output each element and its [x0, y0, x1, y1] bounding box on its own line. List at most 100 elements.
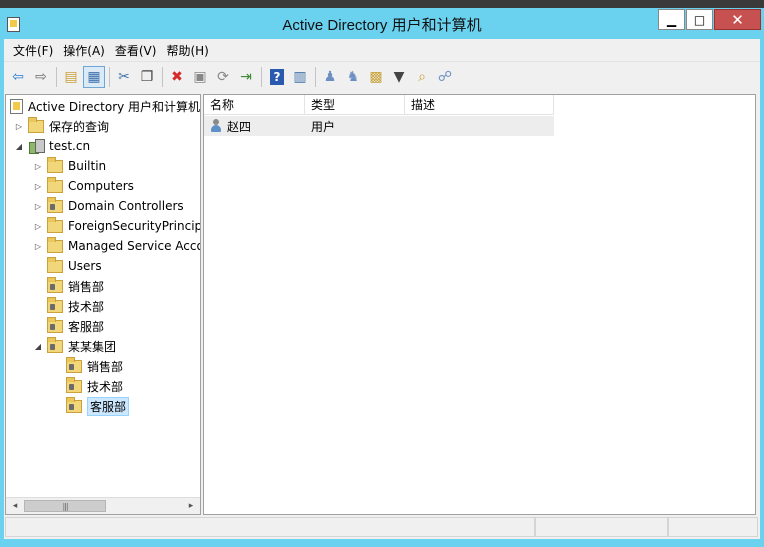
- tree-item[interactable]: Users: [33, 256, 102, 276]
- view-icon[interactable]: ▥: [289, 66, 311, 88]
- tree-item[interactable]: ▷ ForeignSecurityPrincipals: [33, 216, 200, 236]
- tree-item-label: Active Directory 用户和计算机: [28, 99, 201, 114]
- tree-item[interactable]: 客服部: [33, 316, 104, 336]
- expand-arrow-icon[interactable]: ▷: [33, 162, 43, 171]
- domain-icon: [28, 138, 45, 154]
- expand-arrow-icon[interactable]: ▷: [33, 202, 43, 211]
- tree-item-label: 保存的查询: [49, 119, 110, 134]
- cut-icon[interactable]: ✂: [113, 66, 135, 88]
- column-header-type[interactable]: 类型: [305, 95, 405, 115]
- ou-folder-icon: [66, 396, 82, 413]
- tree-item[interactable]: 技术部: [52, 376, 123, 396]
- folder-icon: [47, 176, 63, 193]
- folder-icon: [47, 236, 63, 253]
- tree-horizontal-scrollbar[interactable]: ◂ ||| ▸: [6, 497, 200, 514]
- new-group-icon[interactable]: ♞: [342, 66, 364, 88]
- folder-icon: [28, 116, 44, 133]
- status-cell-main: [5, 517, 535, 537]
- tree-item-label: Builtin: [68, 159, 107, 173]
- tree-item[interactable]: 技术部: [33, 296, 104, 316]
- filter-icon[interactable]: ▼: [388, 66, 410, 88]
- ou-folder-icon: [47, 316, 63, 333]
- maximize-button[interactable]: □: [686, 9, 713, 30]
- table-row[interactable]: [204, 116, 554, 136]
- tree-item-label: test.cn: [49, 139, 91, 153]
- window-title: Active Directory 用户和计算机: [282, 17, 482, 34]
- tree-item-label: 某某集团: [68, 339, 117, 354]
- user-name: 赵四: [227, 119, 252, 134]
- tree-item[interactable]: ◢ 某某集团: [33, 336, 116, 356]
- up-folder-icon[interactable]: ▤: [60, 66, 82, 88]
- tree-item[interactable]: ▷ Builtin: [33, 156, 106, 176]
- delegate-icon[interactable]: ☍: [434, 66, 456, 88]
- ou-folder-icon: [47, 336, 63, 353]
- expand-arrow-icon[interactable]: ▷: [33, 222, 43, 231]
- new-user-icon[interactable]: ♟: [319, 66, 341, 88]
- show-tree-icon[interactable]: ▦: [83, 66, 105, 88]
- tree-item-label: 客服部: [68, 319, 105, 334]
- tree-item-label: 销售部: [68, 279, 105, 294]
- title-bar[interactable]: Active Directory 用户和计算机 ▁ □ ✕: [0, 8, 764, 39]
- collapse-arrow-icon[interactable]: ◢: [14, 142, 24, 151]
- ou-folder-icon: [66, 376, 82, 393]
- tree-item[interactable]: ▷ Computers: [33, 176, 134, 196]
- refresh-icon[interactable]: ⟳: [212, 66, 234, 88]
- properties-icon[interactable]: ▣: [189, 66, 211, 88]
- cell-type: 用户: [311, 119, 336, 134]
- cell-name: 赵四: [210, 116, 251, 136]
- status-bar: [4, 515, 760, 539]
- copy-icon[interactable]: ❐: [136, 66, 158, 88]
- forward-icon[interactable]: ⇨: [30, 66, 52, 88]
- expand-arrow-icon[interactable]: ▷: [14, 122, 24, 131]
- menu-help[interactable]: 帮助(H): [163, 42, 211, 59]
- scroll-right-arrow-icon[interactable]: ▸: [183, 499, 199, 513]
- collapse-arrow-icon[interactable]: ◢: [33, 342, 43, 351]
- expand-arrow-icon[interactable]: ▷: [33, 182, 43, 191]
- folder-icon: [47, 216, 63, 233]
- find-icon[interactable]: ⌕: [411, 66, 433, 88]
- tree-item[interactable]: 销售部: [52, 356, 123, 376]
- delete-icon[interactable]: ✖: [166, 66, 188, 88]
- tree-item[interactable]: ▷ Domain Controllers: [33, 196, 184, 216]
- tree-item[interactable]: ▷ Managed Service Accounts: [33, 236, 201, 256]
- ou-folder-icon: [47, 276, 63, 293]
- toolbar-separator: [261, 67, 262, 87]
- app-window: Active Directory 用户和计算机 ▁ □ ✕ 文件(F) 操作(A…: [0, 8, 764, 547]
- scroll-thumb[interactable]: |||: [24, 500, 106, 512]
- tree-item[interactable]: 销售部: [33, 276, 104, 296]
- ad-console-icon: [10, 98, 23, 114]
- export-icon[interactable]: ⇥: [235, 66, 257, 88]
- folder-icon: [47, 256, 63, 273]
- close-button[interactable]: ✕: [714, 9, 761, 30]
- ou-folder-icon: [66, 356, 82, 373]
- column-header-description[interactable]: 描述: [405, 95, 554, 115]
- tree-item-label: Domain Controllers: [68, 199, 184, 213]
- menu-file[interactable]: 文件(F): [10, 42, 56, 59]
- scroll-left-arrow-icon[interactable]: ◂: [7, 499, 23, 513]
- tree-item[interactable]: ◢ test.cn: [14, 136, 90, 156]
- tree-item-label: 客服部: [87, 396, 130, 416]
- folder-icon: [47, 156, 63, 173]
- help-icon[interactable]: ?: [270, 69, 284, 85]
- column-header-name[interactable]: 名称: [204, 95, 305, 115]
- minimize-button[interactable]: ▁: [658, 9, 685, 30]
- toolbar-separator: [56, 67, 57, 87]
- back-icon[interactable]: ⇦: [7, 66, 29, 88]
- tree-item[interactable]: ▷ 保存的查询: [14, 116, 109, 136]
- toolbar-separator: [315, 67, 316, 87]
- tree-item[interactable]: 客服部: [52, 396, 130, 416]
- user-icon: [210, 119, 222, 133]
- menu-view[interactable]: 查看(V): [112, 42, 160, 59]
- new-ou-icon[interactable]: ▩: [365, 66, 387, 88]
- toolbar-separator: [109, 67, 110, 87]
- ou-folder-icon: [47, 296, 63, 313]
- tree-item[interactable]: Active Directory 用户和计算机: [10, 96, 200, 116]
- tree-item-label: 技术部: [68, 299, 105, 314]
- toolbar-separator: [162, 67, 163, 87]
- tree-item-label: 销售部: [87, 359, 124, 374]
- menu-action[interactable]: 操作(A): [60, 42, 108, 59]
- console-tree: Active Directory 用户和计算机 ▷ 保存的查询 ◢ test.cn ▷ Bu…: [5, 94, 201, 515]
- expand-arrow-icon[interactable]: ▷: [33, 242, 43, 251]
- tree-item-label: Managed Service Accounts: [68, 239, 201, 253]
- status-cell-3: [668, 517, 758, 537]
